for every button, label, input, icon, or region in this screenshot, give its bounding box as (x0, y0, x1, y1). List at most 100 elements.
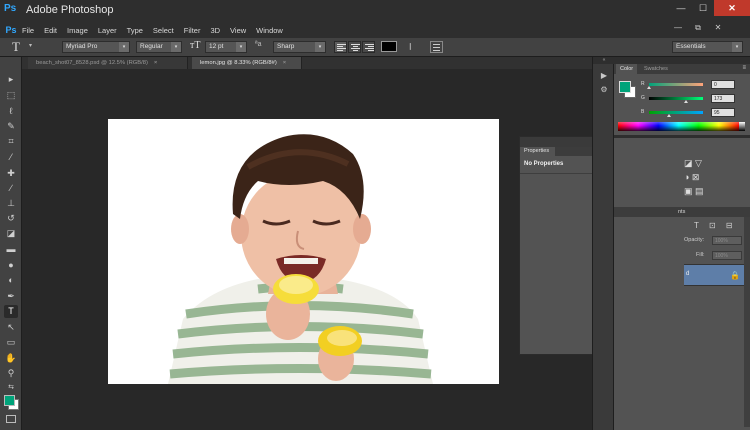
red-slider-row: R 0 (641, 80, 749, 90)
document-window-controls: — ⧉ ✕ (668, 23, 728, 33)
dock-collapse-icon[interactable]: « (593, 57, 615, 64)
red-value-input[interactable]: 0 (711, 80, 735, 89)
chevron-down-icon[interactable]: ▾ (29, 42, 32, 49)
lasso-tool-icon[interactable]: ℓ (4, 105, 18, 118)
layers-scrollbar[interactable] (744, 217, 750, 427)
close-icon[interactable]: × (154, 60, 157, 66)
text-color-swatch[interactable] (381, 41, 397, 52)
canvas-area[interactable] (22, 69, 592, 430)
minimize-button[interactable]: — (670, 0, 692, 16)
swap-colors-icon[interactable]: ⇆ (4, 381, 18, 394)
tab-color[interactable]: Color (616, 64, 638, 74)
quick-mask-icon[interactable] (6, 415, 16, 423)
doc-minimize-button[interactable]: — (668, 23, 688, 33)
crop-tool-icon[interactable]: ⌗ (4, 135, 18, 148)
blue-value-input[interactable]: 95 (711, 108, 735, 117)
brush-settings-icon[interactable]: ⚙ (598, 85, 610, 95)
path-select-tool-icon[interactable]: ↖ (4, 321, 18, 334)
foreground-color-swatch[interactable] (619, 81, 631, 93)
warp-text-icon[interactable]: ꞁ (409, 40, 412, 51)
blur-tool-icon[interactable]: ● (4, 259, 18, 272)
red-slider-track[interactable] (649, 83, 703, 86)
foreground-color-swatch[interactable] (4, 395, 15, 406)
document-image[interactable] (108, 119, 499, 384)
menu-file[interactable]: File (22, 26, 34, 35)
clone-stamp-tool-icon[interactable]: ⊥ (4, 197, 18, 210)
maximize-button[interactable]: ☐ (692, 0, 714, 16)
opacity-input[interactable]: 100% (712, 236, 742, 245)
tab-beach-shot[interactable]: beach_shot07_8528.psd @ 12.5% (RGB/8) × (28, 57, 188, 69)
layers-tab-bar: nts (614, 207, 750, 217)
layer-row-background[interactable]: d 🔒 (684, 264, 750, 286)
panel-menu-icon[interactable]: ≡ (742, 65, 746, 71)
move-tool-icon[interactable]: ▸ (4, 73, 18, 86)
font-family-select[interactable]: Myriad Pro ▾ (62, 41, 130, 53)
menu-layer[interactable]: Layer (98, 26, 117, 35)
blue-slider-track[interactable] (649, 111, 703, 114)
layer-name-fragment: d (686, 271, 690, 277)
menu-edit[interactable]: Edit (44, 26, 57, 35)
right-panel-column: Color Swatches ≡ R 0 G 173 B 95 ◪ ▽ ◑ ⊠ … (614, 57, 750, 430)
play-actions-icon[interactable]: ▶ (598, 71, 610, 81)
eraser-tool-icon[interactable]: ◪ (4, 227, 18, 240)
dodge-tool-icon[interactable]: ◐ (4, 274, 18, 287)
menu-select[interactable]: Select (153, 26, 174, 35)
quick-select-tool-icon[interactable]: ✎ (4, 120, 18, 133)
history-brush-tool-icon[interactable]: ↺ (4, 212, 18, 225)
font-size-select[interactable]: 12 pt ▾ (205, 41, 247, 53)
red-channel-label: R (641, 81, 645, 87)
close-icon[interactable]: × (283, 60, 286, 66)
hand-tool-icon[interactable]: ✋ (4, 352, 18, 365)
document-tabs: beach_shot07_8528.psd @ 12.5% (RGB/8) × l… (22, 57, 592, 69)
green-slider-row: G 173 (641, 94, 749, 104)
menu-bar: Ps File Edit Image Layer Type Select Fil… (0, 22, 750, 38)
type-tool-icon[interactable]: T (4, 305, 18, 318)
antialias-select[interactable]: Sharp ▾ (273, 41, 326, 53)
character-panels-toggle-icon[interactable] (430, 41, 443, 53)
align-right-button[interactable] (362, 41, 375, 53)
antialias-value: Sharp (277, 43, 295, 50)
panel-header[interactable] (614, 57, 750, 64)
title-bar: Ps Adobe Photoshop — ☐ ✕ (0, 0, 750, 22)
menu-window[interactable]: Window (256, 26, 283, 35)
green-slider-track[interactable] (649, 97, 703, 100)
type-tool-preset-icon[interactable]: T (12, 39, 20, 55)
color-spectrum-ramp[interactable] (618, 122, 739, 131)
tab-properties[interactable]: Properties (520, 147, 556, 156)
gradient-tool-icon[interactable]: ▬ (4, 243, 18, 256)
menu-3d[interactable]: 3D (210, 26, 220, 35)
menu-type[interactable]: Type (127, 26, 143, 35)
workspace-select[interactable]: Essentials ▾ (672, 41, 743, 53)
eyedropper-tool-icon[interactable]: ⁄ (4, 151, 18, 164)
pen-tool-icon[interactable]: ✒ (4, 290, 18, 303)
align-left-button[interactable] (334, 41, 347, 53)
adjustment-row-icon[interactable]: ◑ ⊠ (684, 170, 744, 184)
green-slider-thumb[interactable] (683, 100, 688, 103)
zoom-tool-icon[interactable]: ⚲ (4, 367, 18, 380)
shape-tool-icon[interactable]: ▭ (4, 336, 18, 349)
close-button[interactable]: ✕ (714, 0, 750, 16)
red-slider-thumb[interactable] (647, 86, 651, 89)
marquee-tool-icon[interactable]: ⬚ (4, 89, 18, 102)
color-panel: Color Swatches ≡ R 0 G 173 B 95 (614, 57, 750, 135)
tab-lemon[interactable]: lemon.jpg @ 8.33% (RGB/8#) × (192, 57, 302, 69)
menu-filter[interactable]: Filter (184, 26, 201, 35)
font-style-select[interactable]: Regular ▾ (136, 41, 182, 53)
fill-input[interactable]: 100% (712, 251, 742, 260)
lock-icon: 🔒 (730, 271, 740, 280)
green-value-input[interactable]: 173 (711, 94, 735, 103)
menu-view[interactable]: View (230, 26, 246, 35)
black-white-ramp[interactable] (739, 122, 745, 131)
brush-tool-icon[interactable]: ∕ (4, 182, 18, 195)
adjustment-row-icon[interactable]: ◪ ▽ (684, 156, 744, 170)
healing-brush-tool-icon[interactable]: ✚ (4, 167, 18, 180)
layer-filter-icons[interactable]: T ⊡ ⊟ (694, 221, 737, 230)
doc-restore-button[interactable]: ⧉ (688, 23, 708, 33)
adjustment-row-icon[interactable]: ▣ ▤ (684, 184, 744, 198)
align-center-button[interactable] (348, 41, 361, 53)
blue-slider-thumb[interactable] (666, 114, 671, 117)
doc-close-button[interactable]: ✕ (708, 23, 728, 33)
tab-swatches[interactable]: Swatches (640, 64, 672, 74)
tab-layers[interactable]: nts (678, 209, 685, 215)
menu-image[interactable]: Image (67, 26, 88, 35)
